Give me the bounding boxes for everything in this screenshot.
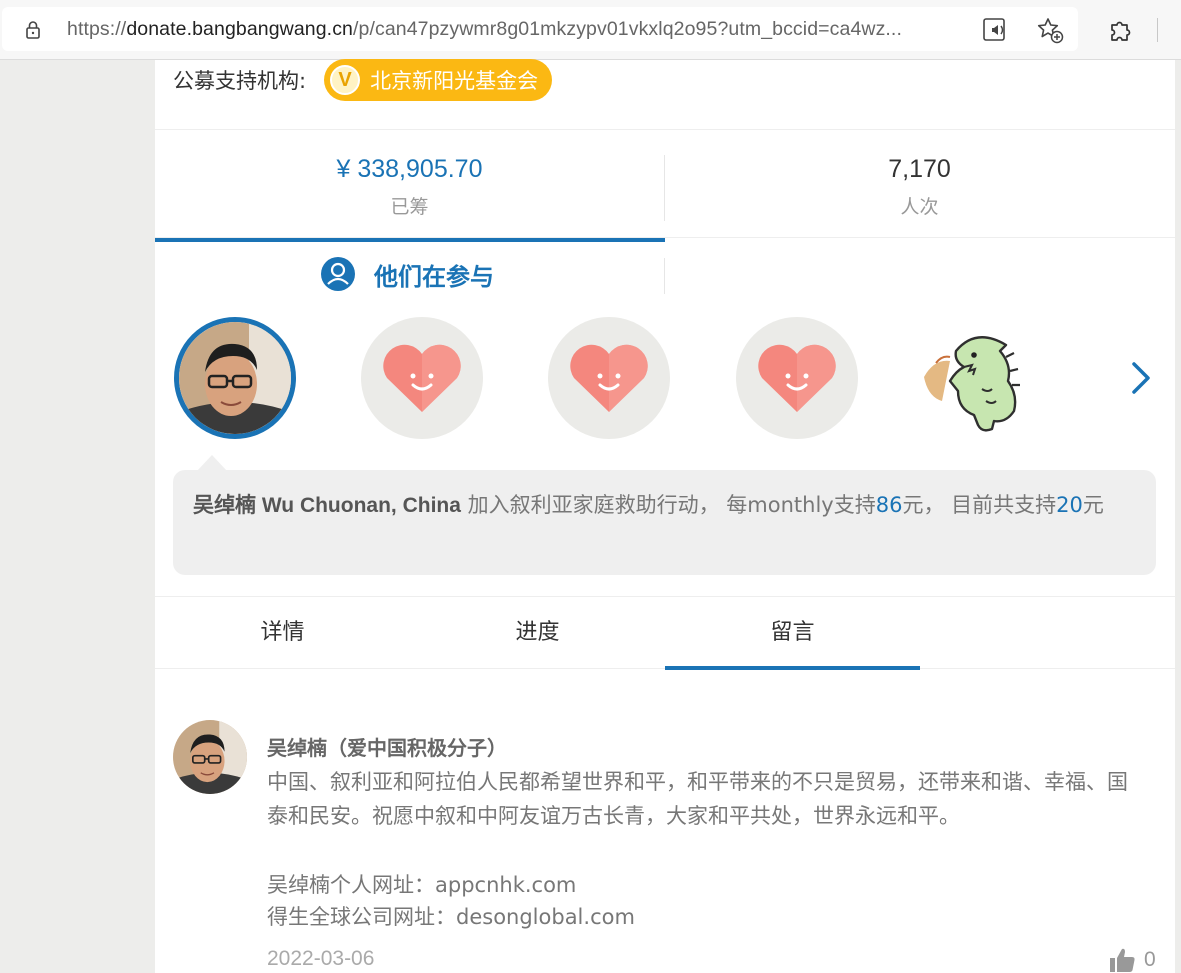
comment-text: 中国、叙利亚和阿拉伯人民都希望世界和平，和平带来的不只是贸易，还带来和谐、幸福、… <box>267 770 1128 828</box>
count-value: 7,170 <box>888 155 951 183</box>
org-row: 公募支持机构: V 北京新阳光基金会 <box>173 59 553 101</box>
org-badge[interactable]: V 北京新阳光基金会 <box>324 59 553 101</box>
dinosaur-icon <box>924 336 1020 432</box>
comment-author: 吴绰楠（爱中国积极分子） <box>267 736 507 760</box>
heart-smile-icon <box>383 344 461 412</box>
participant-avatar[interactable] <box>548 317 670 439</box>
comment-link-personal: 吴绰楠个人网址：appcnhk.com <box>267 873 577 897</box>
address-bar[interactable]: https://donate.bangbangwang.cn/p/can47pz… <box>2 7 1078 51</box>
participants-header: 他们在参与 <box>320 256 494 292</box>
participants-title: 他们在参与 <box>374 262 494 291</box>
count-stat: 7,170 人次 <box>665 155 1174 219</box>
participant-avatar[interactable] <box>736 317 858 439</box>
activity-bubble: 吴绰楠 Wu Chuonan, China 加入叙利亚家庭救助行动， 每mont… <box>173 470 1156 575</box>
org-name: 北京新阳光基金会 <box>370 69 539 93</box>
activity-text-2: 元， 目前共支持 <box>902 493 1057 517</box>
user-icon <box>321 257 355 291</box>
url-text[interactable]: https://donate.bangbangwang.cn/p/can47pz… <box>67 18 902 41</box>
heart-smile-icon <box>758 344 836 412</box>
count-label: 人次 <box>900 196 939 218</box>
extensions-icon[interactable] <box>1106 16 1134 44</box>
lock-icon[interactable] <box>22 19 44 41</box>
comment-avatar[interactable] <box>173 720 247 794</box>
verified-icon: V <box>330 65 361 95</box>
toolbar-divider <box>1157 18 1158 42</box>
comment-date: 2022-03-06 <box>267 947 375 970</box>
raised-value: ¥ 338,905.70 <box>336 155 483 183</box>
read-aloud-icon[interactable] <box>982 17 1010 43</box>
header-divider <box>664 258 665 294</box>
tab-comments[interactable]: 留言 <box>665 597 920 670</box>
like-count: 0 <box>1144 948 1156 971</box>
participant-avatar-selected[interactable] <box>174 317 296 439</box>
divider <box>155 129 1175 130</box>
like-button[interactable]: 0 <box>1108 947 1156 973</box>
bubble-pointer <box>197 455 227 471</box>
raised-label: 已筹 <box>390 196 429 218</box>
tab-progress[interactable]: 进度 <box>410 597 665 669</box>
org-label: 公募支持机构: <box>173 69 307 93</box>
stats-active-indicator <box>155 238 665 242</box>
person-photo-icon <box>179 322 291 434</box>
participant-avatar[interactable] <box>361 317 483 439</box>
comment-body: 吴绰楠（爱中国积极分子） 中国、叙利亚和阿拉伯人民都希望世界和平，和平带来的不只… <box>267 732 1147 933</box>
project-card: 公募支持机构: V 北京新阳光基金会 ¥ 338,905.70 已筹 7,170… <box>155 59 1175 973</box>
total-amount: 20 <box>1056 493 1083 517</box>
participant-avatar[interactable] <box>922 317 1044 439</box>
tab-details[interactable]: 详情 <box>155 597 410 669</box>
person-photo-icon <box>173 720 247 794</box>
content-tabs: 详情 进度 留言 <box>155 596 1175 670</box>
heart-smile-icon <box>570 344 648 412</box>
thumbs-up-icon <box>1110 948 1135 972</box>
activity-unit: 元 <box>1082 493 1104 517</box>
participant-name: 吴绰楠 Wu Chuonan, China <box>193 494 461 517</box>
comment-link-company: 得生全球公司网址：desonglobal.com <box>267 905 635 929</box>
activity-text: 加入叙利亚家庭救助行动， 每monthly支持 <box>460 493 876 517</box>
browser-toolbar: https://donate.bangbangwang.cn/p/can47pz… <box>0 0 1181 60</box>
add-favorite-icon[interactable] <box>1036 16 1064 44</box>
monthly-amount: 86 <box>875 493 903 517</box>
chevron-right-icon[interactable] <box>1128 358 1154 398</box>
raised-stat: ¥ 338,905.70 已筹 <box>155 155 664 219</box>
